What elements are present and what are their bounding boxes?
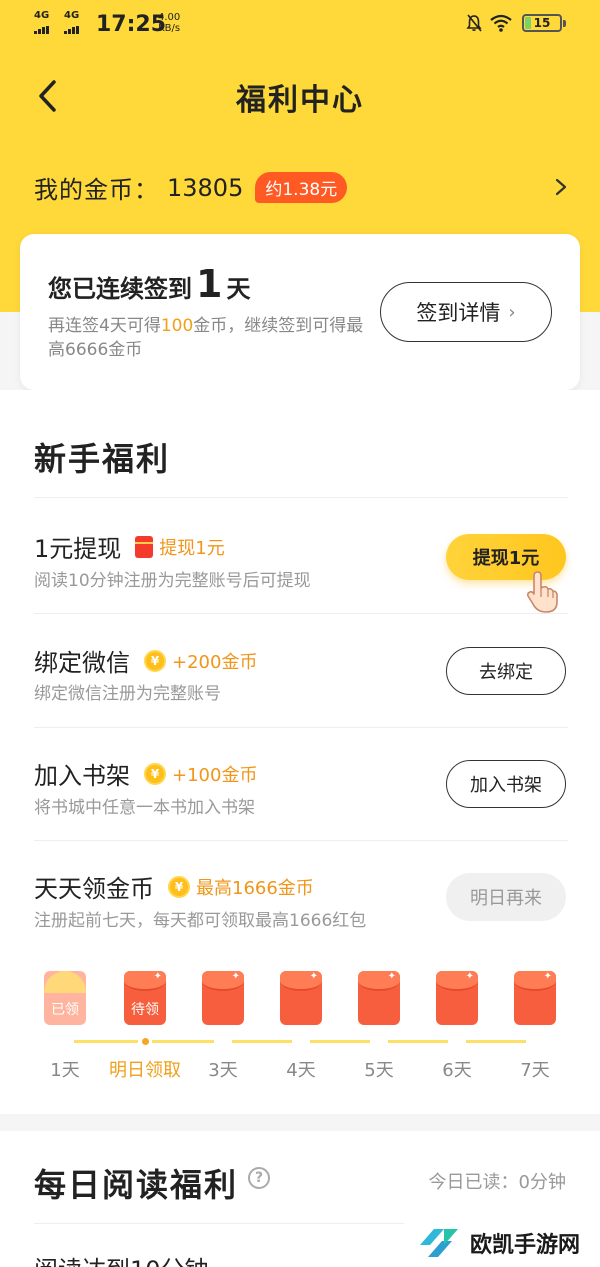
network-type-label: 4G [64, 10, 80, 21]
progress-line [466, 1040, 526, 1043]
wifi-icon [490, 14, 512, 32]
add-to-bookshelf-button[interactable]: 加入书架 [446, 760, 566, 808]
my-coins-row[interactable]: 我的金币： 13805 约1.38元 [34, 170, 348, 205]
speed-value: 4.00 [158, 12, 181, 23]
coin-icon: ¥ [168, 875, 190, 898]
progress-line [310, 1040, 370, 1043]
network-speed: 4.00 KB/s [158, 12, 180, 34]
bind-wechat-button[interactable]: 去绑定 [446, 647, 566, 695]
day-label: 3天 [208, 1060, 238, 1081]
task-description: 将书城中任意一本书加入书架 [34, 798, 255, 818]
pointing-hand-icon [526, 571, 558, 613]
day-label: 7天 [520, 1060, 550, 1081]
cell-signal-icon: 4G [34, 10, 50, 34]
day-label: 1天 [50, 1060, 80, 1081]
coins-amount: 13805 [167, 173, 244, 202]
task-title: 天天领金币 ¥ 最高1666金币 [34, 874, 314, 903]
red-packet-day-3: ✦ [202, 971, 244, 1025]
section-title: 新手福利 [34, 440, 171, 478]
red-packet-day-4: ✦ [280, 971, 322, 1025]
clock: 17:25 [96, 12, 167, 37]
streak-days: 1 [196, 262, 223, 306]
speed-unit: KB/s [158, 23, 181, 34]
red-packet-day-6: ✦ [436, 971, 478, 1025]
red-packet-day-7: ✦ [514, 971, 556, 1025]
task-reward-tag: ¥ +100金币 [144, 761, 257, 787]
coins-label: 我的金币： [34, 176, 159, 204]
day-label: 6天 [442, 1060, 472, 1081]
task-title: 阅读达到10分钟 [34, 1250, 209, 1267]
section-title: 每日阅读福利 [34, 1166, 239, 1204]
task-title: 绑定微信 ¥ +200金币 [34, 648, 258, 677]
sign-in-description: 再连签4天可得100金币，继续签到可得最高6666金币 [48, 316, 364, 360]
streak-suffix: 天 [226, 275, 251, 303]
task-description: 阅读10分钟注册为完整账号后可提现 [34, 571, 311, 591]
red-packet-day-2[interactable]: ✦ 待领 [124, 971, 166, 1025]
progress-line [74, 1040, 138, 1043]
coin-icon: ¥ [144, 762, 166, 785]
day-label: 5天 [364, 1060, 394, 1081]
sign-in-card: 您已连续签到 1 天 再连签4天可得100金币，继续签到可得最高6666金币 签… [20, 234, 580, 390]
coins-value-badge: 约1.38元 [255, 172, 348, 203]
network-type-label: 4G [34, 10, 50, 21]
chevron-right-icon[interactable] [554, 177, 568, 197]
task-description: 绑定微信注册为完整账号 [34, 684, 221, 704]
streak-prefix: 您已连续签到 [48, 275, 192, 303]
red-packet-icon [135, 535, 154, 558]
help-icon[interactable]: ? [248, 1167, 270, 1189]
progress-line [232, 1040, 292, 1043]
task-title: 加入书架 ¥ +100金币 [34, 761, 258, 790]
red-packet-day-5: ✦ [358, 971, 400, 1025]
day-label: 明日领取 [109, 1060, 181, 1081]
battery-icon: 15 [522, 14, 566, 32]
red-packet-day-1: 已领 [44, 971, 86, 1025]
page-title: 福利中心 [236, 83, 364, 118]
sign-in-detail-button[interactable]: 签到详情 › [380, 282, 552, 342]
today-read-time: 今日已读：0分钟 [428, 1172, 566, 1193]
divider [34, 727, 568, 728]
task-reward-tag: 提现1元 [135, 534, 225, 560]
task-reward-tag: ¥ +200金币 [144, 648, 257, 674]
day-label: 4天 [286, 1060, 316, 1081]
task-title: 1元提现 提现1元 [34, 534, 225, 563]
task-reward-tag: ¥ 最高1666金币 [168, 874, 314, 900]
divider [34, 840, 568, 841]
progress-line [152, 1040, 214, 1043]
watermark-logo-icon [420, 1228, 458, 1257]
coin-icon: ¥ [144, 649, 166, 672]
status-bar: 4G 4G 17:25 4.00 KB/s 15 [0, 0, 600, 48]
progress-line [388, 1040, 448, 1043]
sign-in-streak: 您已连续签到 1 天 [48, 262, 250, 306]
progress-dot [142, 1038, 149, 1045]
come-back-tomorrow-button[interactable]: 明日再来 [446, 873, 566, 921]
chevron-right-icon: › [508, 301, 516, 323]
divider [34, 497, 568, 498]
cell-signal-icon: 4G [64, 10, 80, 34]
divider [34, 613, 568, 614]
mute-bell-icon [466, 14, 482, 32]
watermark: 欧凯手游网 [404, 1218, 600, 1267]
task-description: 注册起前七天，每天都可领取最高1666红包 [34, 911, 367, 931]
battery-level: 15 [533, 16, 551, 30]
